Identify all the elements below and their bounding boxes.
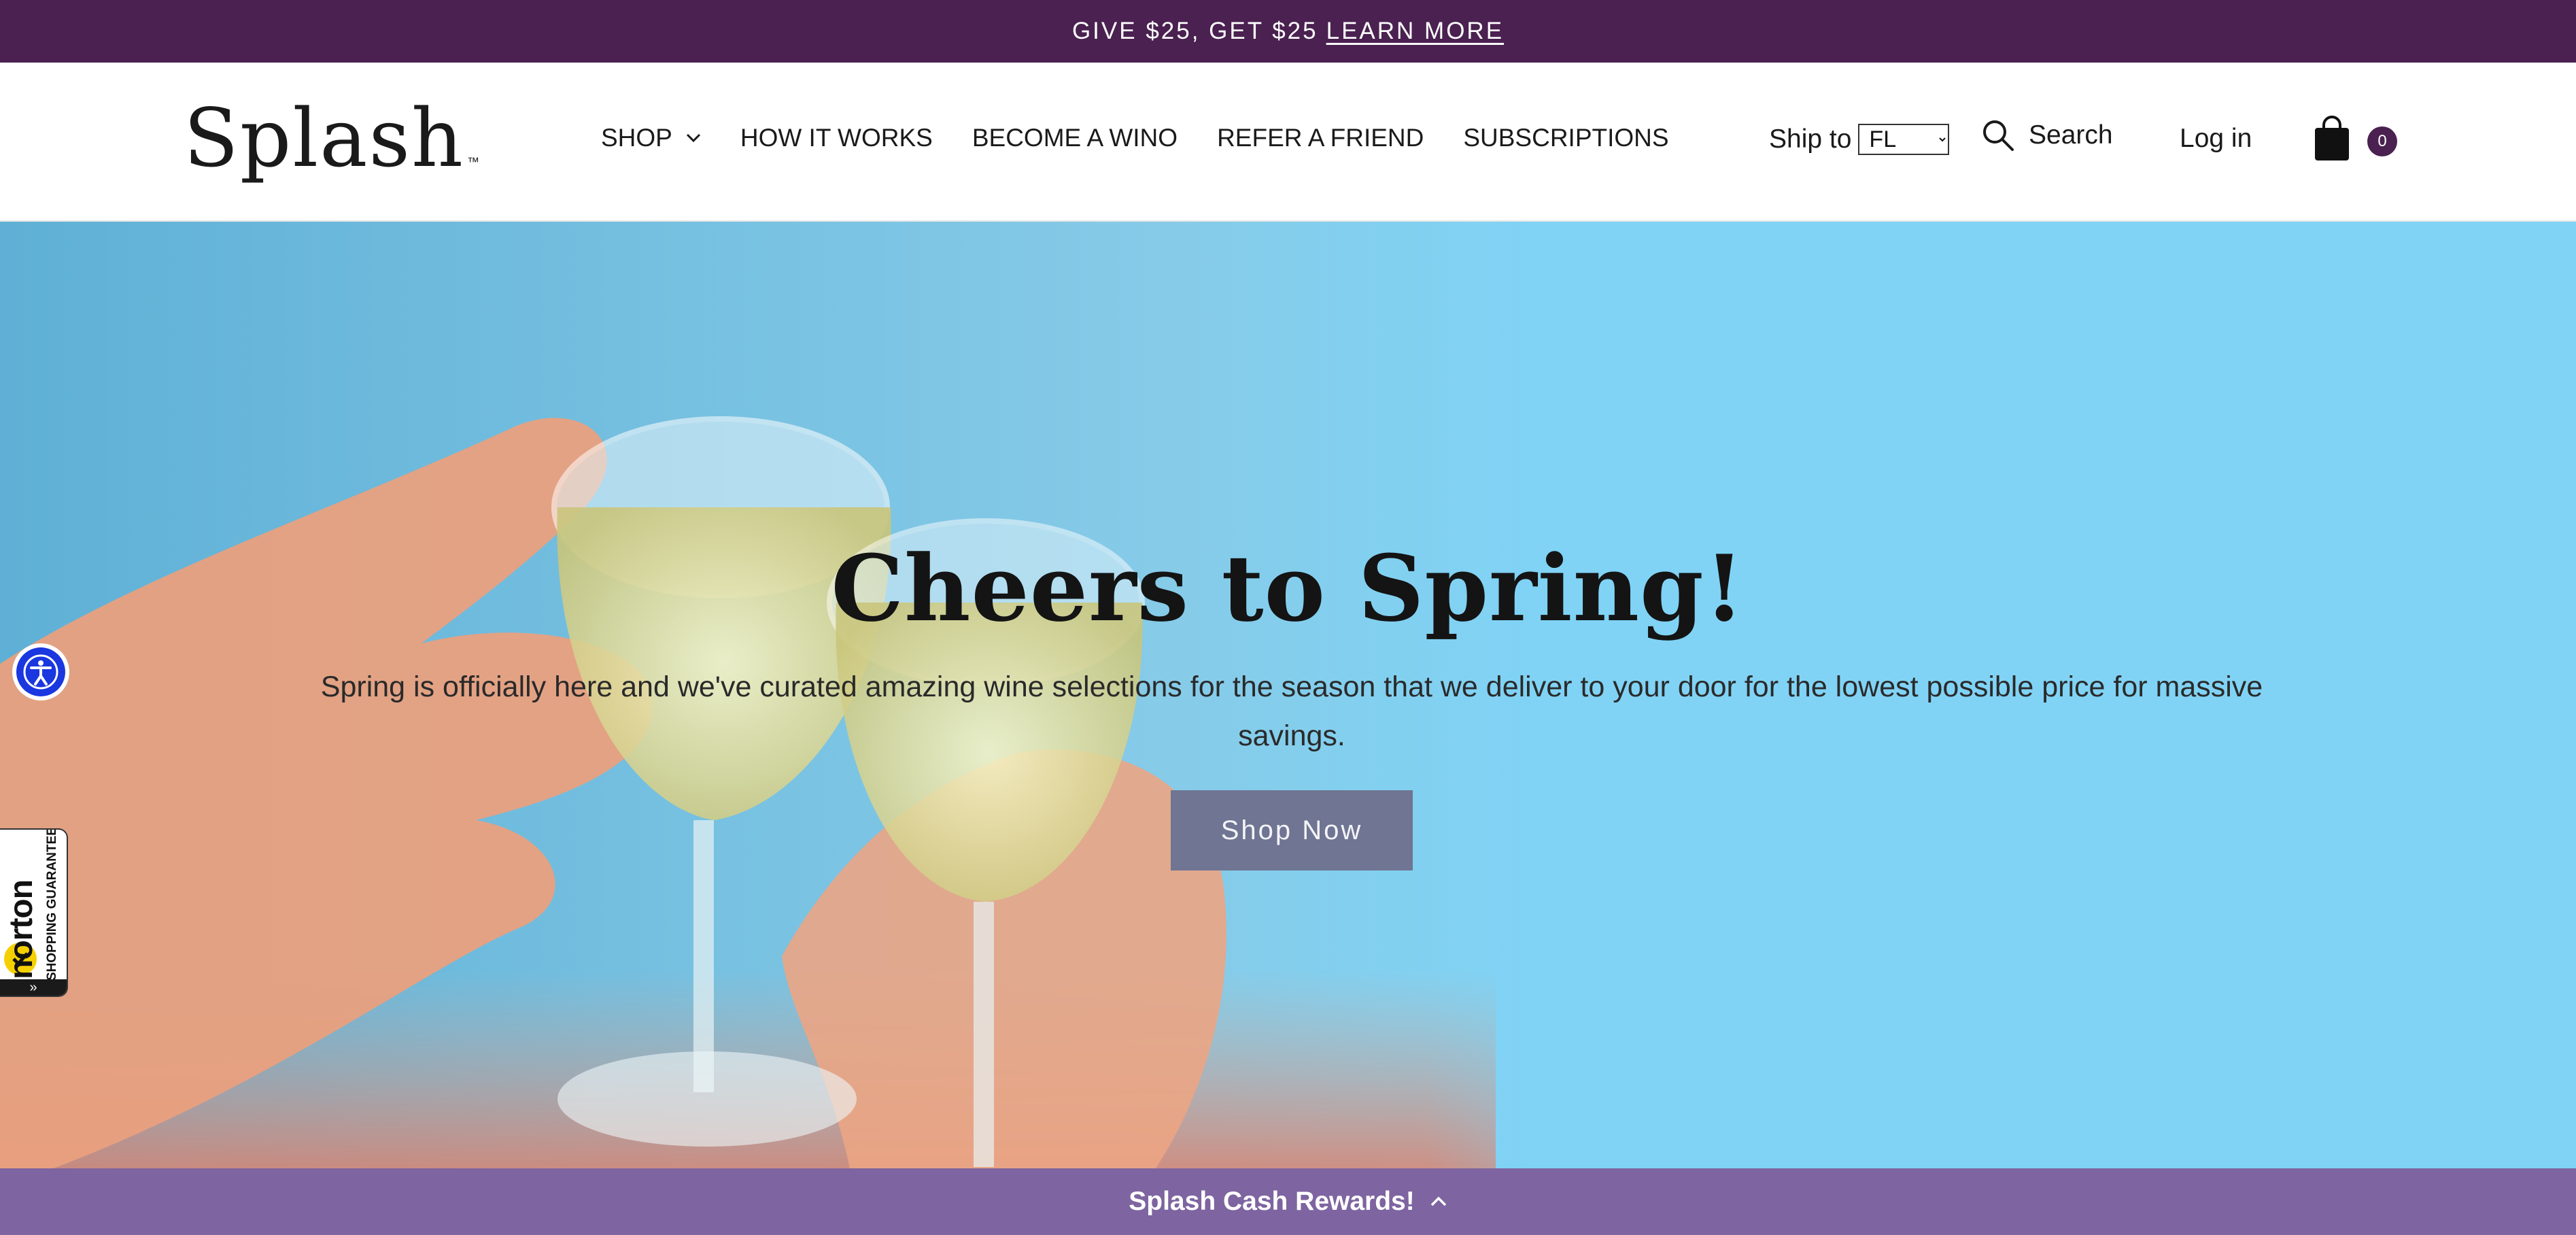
nav-item-become-a-wino[interactable]: BECOME A WINO bbox=[972, 124, 1178, 152]
search-label: Search bbox=[2029, 120, 2113, 150]
logo[interactable]: Splash ™ bbox=[184, 98, 479, 178]
norton-brand: norton bbox=[3, 880, 39, 979]
nav-item-label: SHOP bbox=[601, 124, 672, 152]
rewards-bar[interactable]: Splash Cash Rewards! bbox=[0, 1168, 2576, 1235]
nav-item-label: REFER A FRIEND bbox=[1217, 124, 1424, 152]
hero-title: Cheers to Spring! bbox=[831, 535, 1745, 642]
ship-to: Ship to FL bbox=[1769, 124, 1950, 155]
shop-now-button[interactable]: Shop Now bbox=[1171, 790, 1413, 870]
nav-item-label: HOW IT WORKS bbox=[740, 124, 933, 152]
cart-button[interactable] bbox=[2313, 116, 2351, 165]
hero-banner: Cheers to Spring! Spring is officially h… bbox=[0, 222, 2576, 1168]
hero-subtitle: Spring is officially here and we've cura… bbox=[320, 671, 2263, 752]
nav-item-subscriptions[interactable]: SUBSCRIPTIONS bbox=[1463, 124, 1668, 152]
chevron-up-icon bbox=[1430, 1196, 1446, 1206]
site-header: Splash ™ SHOP HOW IT WORKS BECOME A WINO … bbox=[0, 63, 2576, 222]
norton-tagline: SHOPPING GUARANTEE bbox=[45, 828, 59, 981]
announcement-text: GIVE $25, GET $25 bbox=[1071, 18, 1318, 44]
cart-count-badge: 0 bbox=[2367, 126, 2397, 156]
norton-shopping-guarantee-badge[interactable]: norton SHOPPING GUARANTEE » bbox=[0, 828, 68, 997]
accessibility-badge bbox=[16, 647, 65, 696]
ship-to-state-select[interactable]: FL bbox=[1858, 124, 1950, 155]
accessibility-button[interactable] bbox=[12, 643, 69, 700]
logo-trademark: ™ bbox=[467, 155, 480, 169]
nav-item-label: SUBSCRIPTIONS bbox=[1463, 124, 1669, 152]
norton-expand-icon[interactable]: » bbox=[0, 979, 67, 996]
search-button[interactable]: Search bbox=[1981, 118, 2113, 152]
nav-item-label: BECOME A WINO bbox=[972, 124, 1178, 152]
chevron-down-icon bbox=[686, 133, 701, 143]
nav-item-shop[interactable]: SHOP bbox=[601, 124, 701, 152]
logo-text: Splash bbox=[184, 91, 465, 185]
nav-item-refer-a-friend[interactable]: REFER A FRIEND bbox=[1217, 124, 1424, 152]
main-nav: SHOP HOW IT WORKS BECOME A WINO REFER A … bbox=[601, 124, 1669, 152]
rewards-label: Splash Cash Rewards! bbox=[1129, 1187, 1415, 1216]
learn-more-link[interactable]: LEARN MORE bbox=[1326, 18, 1504, 45]
accessibility-icon bbox=[23, 654, 58, 690]
ship-to-label: Ship to bbox=[1769, 124, 1852, 154]
shopping-bag-icon bbox=[2315, 116, 2349, 160]
announcement-bar: GIVE $25, GET $25 LEARN MORE bbox=[0, 0, 2576, 63]
search-icon bbox=[1983, 120, 2014, 151]
login-label: Log in bbox=[2180, 124, 2252, 153]
login-link[interactable]: Log in bbox=[2180, 124, 2252, 154]
nav-item-how-it-works[interactable]: HOW IT WORKS bbox=[740, 124, 933, 152]
